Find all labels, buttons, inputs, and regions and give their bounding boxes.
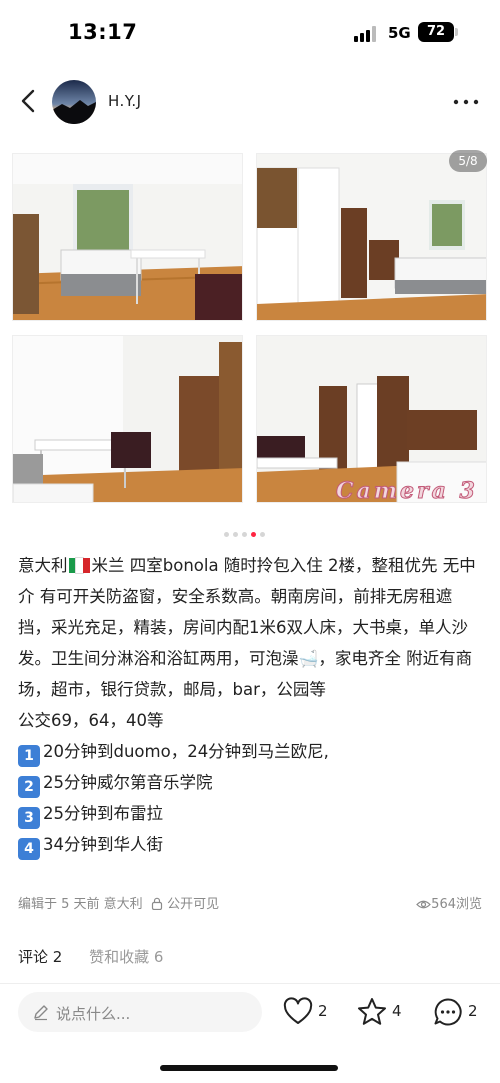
body-text-start: 意大利 bbox=[18, 556, 68, 575]
heart-icon bbox=[283, 997, 313, 1024]
comment-tabs: 评论 2 赞和收藏 6 bbox=[18, 946, 185, 972]
lock-icon bbox=[151, 897, 163, 911]
comment-count: 2 bbox=[468, 1002, 478, 1020]
keycap-3-icon: 3 bbox=[18, 807, 40, 829]
italy-flag-icon bbox=[68, 552, 91, 574]
like-button[interactable]: 2 bbox=[282, 996, 332, 1028]
signal-icon bbox=[354, 26, 380, 42]
clock: 13:17 bbox=[68, 20, 138, 44]
status-bar: 13:17 5G 72 bbox=[0, 0, 500, 66]
more-options-icon[interactable] bbox=[448, 90, 484, 114]
network-type: 5G bbox=[388, 24, 411, 42]
eye-icon bbox=[416, 900, 432, 909]
star-icon bbox=[358, 998, 386, 1025]
carousel-dot[interactable] bbox=[260, 531, 265, 537]
avatar[interactable] bbox=[52, 80, 96, 124]
view-count-text: 564浏览 bbox=[431, 897, 482, 912]
username[interactable]: H.Y.J bbox=[108, 92, 142, 110]
view-count: 564浏览 bbox=[416, 893, 482, 912]
collect-button[interactable]: 4 bbox=[356, 996, 406, 1028]
route-item: 3 25分钟到布雷拉 bbox=[18, 798, 484, 829]
route-text: 34分钟到华人街 bbox=[43, 835, 163, 854]
comment-placeholder: 说点什么... bbox=[56, 1005, 131, 1023]
photo-counter: 5/8 bbox=[449, 150, 487, 172]
route-text: 25分钟威尔第音乐学院 bbox=[43, 773, 213, 792]
battery-icon: 72 bbox=[418, 22, 454, 42]
meta-left: 编辑于 5 天前 意大利 公开可见 bbox=[18, 893, 219, 912]
carousel-dot-active[interactable] bbox=[251, 531, 256, 537]
home-indicator[interactable] bbox=[160, 1065, 338, 1071]
keycap-1-icon: 1 bbox=[18, 745, 40, 767]
camera-watermark: Camera 3 bbox=[336, 478, 478, 505]
visibility-label: 公开可见 bbox=[167, 897, 220, 912]
post-description: 意大利 米兰 四室bonola 随时拎包入住 2楼，整租优先 无中介 有可开关防盗… bbox=[18, 550, 484, 860]
photo-carousel[interactable] bbox=[0, 150, 500, 510]
battery-cap bbox=[455, 28, 458, 36]
carousel-dot[interactable] bbox=[233, 531, 238, 537]
like-count: 2 bbox=[318, 1002, 328, 1020]
carousel-dots bbox=[224, 531, 265, 537]
route-item: 4 34分钟到华人街 bbox=[18, 829, 484, 860]
bus-lines: 公交69，64，40等 bbox=[18, 711, 164, 730]
keycap-2-icon: 2 bbox=[18, 776, 40, 798]
route-text: 20分钟到duomo，24分钟到马兰欧尼, bbox=[43, 742, 329, 761]
pen-icon bbox=[34, 1005, 48, 1021]
post-meta: 编辑于 5 天前 意大利 公开可见 564浏览 bbox=[18, 893, 482, 915]
carousel-dot[interactable] bbox=[224, 531, 229, 537]
comment-bubble-icon bbox=[434, 998, 462, 1026]
room-photo[interactable] bbox=[256, 153, 487, 321]
post-body: 意大利 米兰 四室bonola 随时拎包入住 2楼，整租优先 无中介 有可开关防盗… bbox=[18, 550, 484, 705]
edit-time: 编辑于 5 天前 意大利 bbox=[18, 897, 143, 912]
post-header: H.Y.J bbox=[0, 72, 500, 132]
comment-button[interactable]: 2 bbox=[432, 996, 482, 1028]
carousel-dot[interactable] bbox=[242, 531, 247, 537]
bathtub-icon: 🛁 bbox=[298, 649, 319, 668]
room-photo[interactable] bbox=[12, 153, 243, 321]
back-arrow-icon[interactable] bbox=[14, 86, 44, 116]
keycap-4-icon: 4 bbox=[18, 838, 40, 860]
tab-comments[interactable]: 评论 2 bbox=[18, 946, 62, 967]
comment-input[interactable]: 说点什么... bbox=[18, 992, 262, 1032]
bottom-action-bar: 说点什么... 2 4 2 bbox=[0, 984, 500, 1044]
route-text: 25分钟到布雷拉 bbox=[43, 804, 163, 823]
route-item: 2 25分钟威尔第音乐学院 bbox=[18, 767, 484, 798]
tab-likes-collects[interactable]: 赞和收藏 6 bbox=[89, 946, 163, 967]
collect-count: 4 bbox=[392, 1002, 402, 1020]
room-photo[interactable] bbox=[12, 335, 243, 503]
route-item: 1 20分钟到duomo，24分钟到马兰欧尼, bbox=[18, 736, 484, 767]
